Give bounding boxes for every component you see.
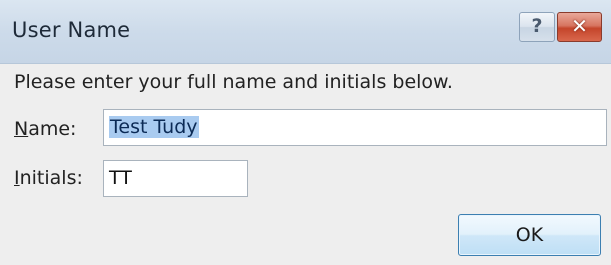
ok-button[interactable]: OK: [458, 214, 601, 256]
name-label: Name:: [14, 118, 76, 140]
help-icon: ?: [531, 15, 543, 37]
name-label-text: ame:: [28, 118, 77, 140]
name-input-value: Test Tudy: [109, 116, 199, 138]
dialog-body: Please enter your full name and initials…: [0, 64, 611, 265]
initials-input-value: TT: [109, 167, 132, 189]
initials-label-text: nitials:: [19, 167, 83, 189]
window-title: User Name: [12, 18, 131, 42]
instruction-text: Please enter your full name and initials…: [14, 71, 453, 93]
initials-input[interactable]: TT: [103, 160, 248, 197]
help-button[interactable]: ?: [519, 12, 555, 42]
name-input[interactable]: Test Tudy: [103, 109, 607, 146]
title-bar[interactable]: User Name ? ✕: [0, 0, 611, 64]
close-icon: ✕: [571, 14, 588, 38]
name-label-accelerator: N: [14, 118, 29, 140]
close-button[interactable]: ✕: [557, 12, 602, 42]
user-name-dialog: User Name ? ✕ Please enter your full nam…: [0, 0, 611, 265]
initials-label: Initials:: [14, 167, 83, 189]
